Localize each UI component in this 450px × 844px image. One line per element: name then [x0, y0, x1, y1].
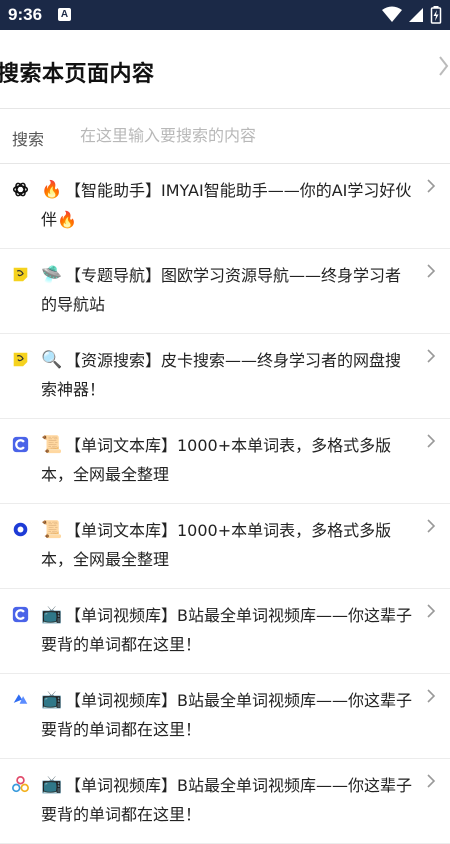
- search-label: 搜索: [12, 130, 45, 149]
- cloud-drive-icon: [12, 691, 29, 708]
- item-title-text: 【单词文本库】1000+本单词表，多格式多版本，全网最全整理: [41, 521, 392, 569]
- page-header: 搜索本页面内容: [0, 30, 450, 109]
- chevron-right-icon[interactable]: [426, 348, 436, 364]
- item-title: 【单词文本库】1000+本单词表，多格式多版本，全网最全整理: [41, 516, 416, 574]
- list-item[interactable]: 📺 【单词视频库】B站最全单词视频库——你这辈子要背的单词都在这里！: [0, 589, 450, 674]
- list-item[interactable]: 🛸 【专题导航】图欧学习资源导航——终身学习者的导航站: [0, 249, 450, 334]
- blue-c-logo-icon: [12, 606, 29, 623]
- item-title-text: 【资源搜索】皮卡搜索——终身学习者的网盘搜索神器！: [41, 351, 402, 399]
- blue-ring-icon: [12, 521, 29, 538]
- blue-c-logo-icon: [12, 436, 29, 453]
- item-title: 【单词视频库】B站最全单词视频库——你这辈子要背的单词都在这里！: [41, 686, 416, 744]
- item-title-text: 【单词视频库】B站最全单词视频库——你这辈子要背的单词都在这里！: [41, 606, 412, 654]
- search-bar: 搜索: [0, 109, 450, 164]
- colorful-cluster-icon: [12, 776, 29, 793]
- list-item[interactable]: 🔍 【资源搜索】皮卡搜索——终身学习者的网盘搜索神器！: [0, 334, 450, 419]
- chevron-right-icon[interactable]: [426, 773, 436, 789]
- resource-list: 🔥 【智能助手】IMYAI智能助手——你的AI学习好伙伴🔥 🛸 【专题导航】图欧学习资…: [0, 164, 450, 844]
- signal-icon: [408, 8, 423, 22]
- status-bar: 9:36 A: [0, 0, 450, 30]
- item-title: 【单词视频库】B站最全单词视频库——你这辈子要背的单词都在这里！: [41, 601, 416, 659]
- item-title: 【单词文本库】1000+本单词表，多格式多版本，全网最全整理: [41, 431, 416, 489]
- list-item[interactable]: 📜 【单词文本库】1000+本单词表，多格式多版本，全网最全整理: [0, 419, 450, 504]
- status-time: 9:36: [8, 5, 43, 24]
- page-title: 搜索本页面内容: [0, 62, 155, 87]
- list-item[interactable]: 🔥 【智能助手】IMYAI智能助手——你的AI学习好伙伴🔥: [0, 164, 450, 249]
- chevron-right-icon[interactable]: [426, 433, 436, 449]
- notification-app-icon: A: [58, 8, 71, 21]
- item-title-text: 【专题导航】图欧学习资源导航——终身学习者的导航站: [41, 266, 402, 314]
- sticky-note-icon: [12, 351, 29, 368]
- status-icons: [381, 6, 442, 24]
- list-item[interactable]: 📜 【单词文本库】1000+本单词表，多格式多版本，全网最全整理: [0, 504, 450, 589]
- list-item[interactable]: 📺 【单词视频库】B站最全单词视频库——你这辈子要背的单词都在这里！: [0, 759, 450, 844]
- item-title-text: 【单词视频库】B站最全单词视频库——你这辈子要背的单词都在这里！: [41, 691, 412, 739]
- chevron-right-icon[interactable]: [426, 688, 436, 704]
- sticky-note-icon: [12, 266, 29, 283]
- chevron-right-icon[interactable]: [426, 178, 436, 194]
- item-title: 【资源搜索】皮卡搜索——终身学习者的网盘搜索神器！: [41, 346, 416, 404]
- wifi-icon: [381, 6, 402, 22]
- chevron-right-icon[interactable]: [438, 54, 450, 78]
- trailing-emoji-icon: 🔥: [57, 210, 77, 229]
- item-title: 【单词视频库】B站最全单词视频库——你这辈子要背的单词都在这里！: [41, 771, 416, 829]
- chevron-right-icon[interactable]: [426, 518, 436, 534]
- item-title-text: 【智能助手】IMYAI智能助手——你的AI学习好伙伴: [41, 181, 412, 229]
- chevron-right-icon[interactable]: [426, 603, 436, 619]
- battery-icon: [430, 6, 442, 24]
- list-item[interactable]: 📺 【单词视频库】B站最全单词视频库——你这辈子要背的单词都在这里！: [0, 674, 450, 759]
- item-title: 【专题导航】图欧学习资源导航——终身学习者的导航站: [41, 261, 416, 319]
- openai-logo-icon: [12, 181, 29, 198]
- item-title-text: 【单词文本库】1000+本单词表，多格式多版本，全网最全整理: [41, 436, 392, 484]
- item-title: 【智能助手】IMYAI智能助手——你的AI学习好伙伴🔥: [41, 176, 416, 234]
- item-title-text: 【单词视频库】B站最全单词视频库——你这辈子要背的单词都在这里！: [41, 776, 412, 824]
- chevron-right-icon[interactable]: [426, 263, 436, 279]
- search-input[interactable]: [80, 121, 430, 149]
